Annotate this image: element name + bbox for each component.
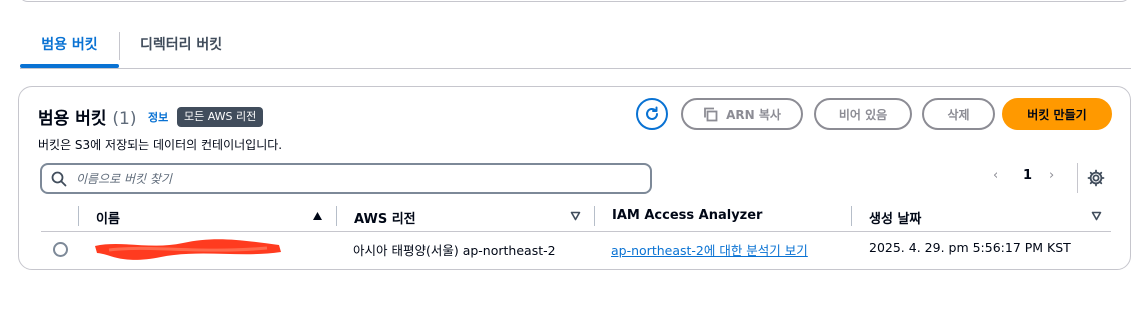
column-divider — [594, 206, 595, 226]
tab-label: 범용 버킷 — [41, 37, 98, 53]
empty-label: 비어 있음 — [838, 107, 888, 122]
delete-bucket-button[interactable]: 삭제 — [922, 98, 995, 130]
sort-icon[interactable] — [570, 211, 581, 221]
refresh-icon — [646, 106, 658, 120]
tab-divider — [119, 32, 120, 60]
column-divider — [78, 206, 79, 226]
column-header-iam-access-analyzer[interactable]: IAM Access Analyzer — [612, 208, 762, 223]
tab-general-purpose-buckets[interactable]: 범용 버킷 — [20, 26, 119, 68]
region-badge: 모든 AWS 리전 — [177, 107, 264, 127]
bucket-count: (1) — [112, 109, 137, 129]
column-divider — [336, 206, 337, 226]
search-input[interactable] — [76, 168, 636, 190]
empty-bucket-button[interactable]: 비어 있음 — [814, 98, 912, 130]
column-header-creation-date[interactable]: 생성 날짜 — [869, 208, 921, 227]
copy-arn-label: ARN 복사 — [726, 107, 781, 122]
gear-icon[interactable] — [1087, 169, 1105, 187]
info-link[interactable]: 정보 — [148, 109, 168, 125]
tab-label: 디렉터리 버킷 — [140, 37, 223, 53]
row-select-radio[interactable] — [53, 242, 68, 257]
table-header-divider — [41, 231, 1111, 232]
buckets-panel: 범용 버킷 (1) 정보 모든 AWS 리전 버킷은 S3에 저장되는 데이터의… — [18, 86, 1131, 270]
bucket-type-tabs: 범용 버킷 디렉터리 버킷 — [20, 26, 1131, 69]
row-iam-analyzer-link[interactable]: ap-northeast-2에 대한 분석기 보기 — [611, 240, 808, 259]
previous-card-edge — [18, 0, 1131, 2]
column-divider — [851, 206, 852, 226]
refresh-button[interactable] — [636, 98, 668, 130]
tab-directory-buckets[interactable]: 디렉터리 버킷 — [140, 26, 222, 68]
current-page-number[interactable]: 1 — [1023, 168, 1032, 183]
panel-title: 범용 버킷 (1) — [38, 104, 137, 129]
row-region: 아시아 태평양(서울) ap-northeast-2 — [353, 243, 556, 258]
create-label: 버킷 만들기 — [1027, 107, 1087, 122]
sort-icon[interactable] — [1091, 211, 1102, 221]
delete-label: 삭제 — [947, 107, 970, 122]
redacted-bucket-name[interactable] — [91, 236, 287, 262]
sort-ascending-icon[interactable] — [312, 211, 323, 221]
create-bucket-button[interactable]: 버킷 만들기 — [1002, 98, 1112, 130]
column-header-region[interactable]: AWS 리전 — [354, 208, 416, 227]
panel-description: 버킷은 S3에 저장되는 데이터의 컨테이너입니다. — [38, 138, 283, 152]
search-icon — [51, 171, 67, 187]
copy-arn-button[interactable]: ARN 복사 — [681, 98, 803, 130]
active-tab-indicator — [20, 64, 119, 68]
pager-divider — [1077, 163, 1078, 193]
previous-page-button[interactable]: ‹ — [993, 168, 998, 183]
copy-icon — [704, 107, 718, 121]
panel-title-text: 범용 버킷 — [38, 109, 107, 129]
next-page-button[interactable]: › — [1049, 168, 1054, 183]
bucket-search — [40, 163, 652, 194]
column-header-name[interactable]: 이름 — [96, 208, 120, 227]
row-creation-date: 2025. 4. 29. pm 5:56:17 PM KST — [869, 240, 1071, 255]
